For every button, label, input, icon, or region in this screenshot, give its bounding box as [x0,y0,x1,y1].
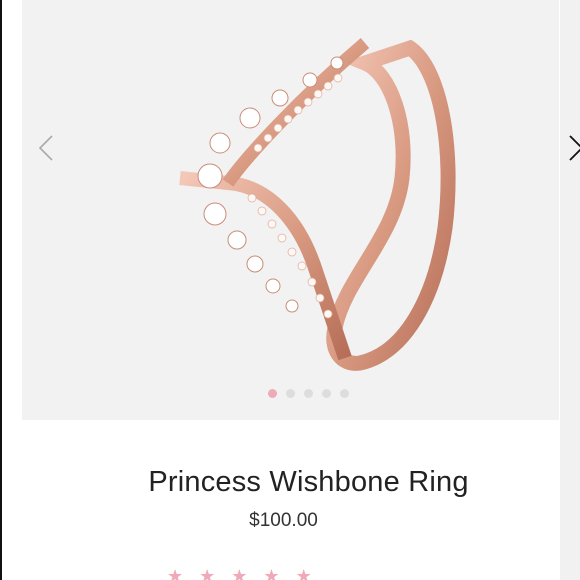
carousel-dot-5[interactable] [340,389,349,398]
product-price: $100.00 [249,510,318,531]
chevron-left-icon [38,135,53,161]
star-icon: ★ [295,566,312,580]
chevron-right-icon [569,135,580,161]
star-icon: ★ [263,566,280,580]
star-icon: ★ [231,566,248,580]
left-border [0,0,2,580]
product-page: Princess Wishbone Ring $100.00 ★ ★ ★ ★ ★ [0,0,580,580]
carousel-dot-1[interactable] [268,389,277,398]
star-icon: ★ [199,566,216,580]
carousel-pagination [40,389,577,398]
previous-image-button[interactable] [32,128,66,168]
product-image-carousel[interactable] [22,0,580,420]
carousel-dot-4[interactable] [322,389,331,398]
star-icon: ★ [167,566,184,580]
carousel-dot-3[interactable] [304,389,313,398]
ring-image [179,38,456,371]
next-image-button[interactable] [558,128,580,168]
rating-stars[interactable]: ★ ★ ★ ★ ★ [167,568,312,580]
carousel-dot-2[interactable] [286,389,295,398]
product-title: Princess Wishbone Ring [148,466,469,498]
product-info: Princess Wishbone Ring $100.00 ★ ★ ★ ★ ★ [22,420,559,580]
